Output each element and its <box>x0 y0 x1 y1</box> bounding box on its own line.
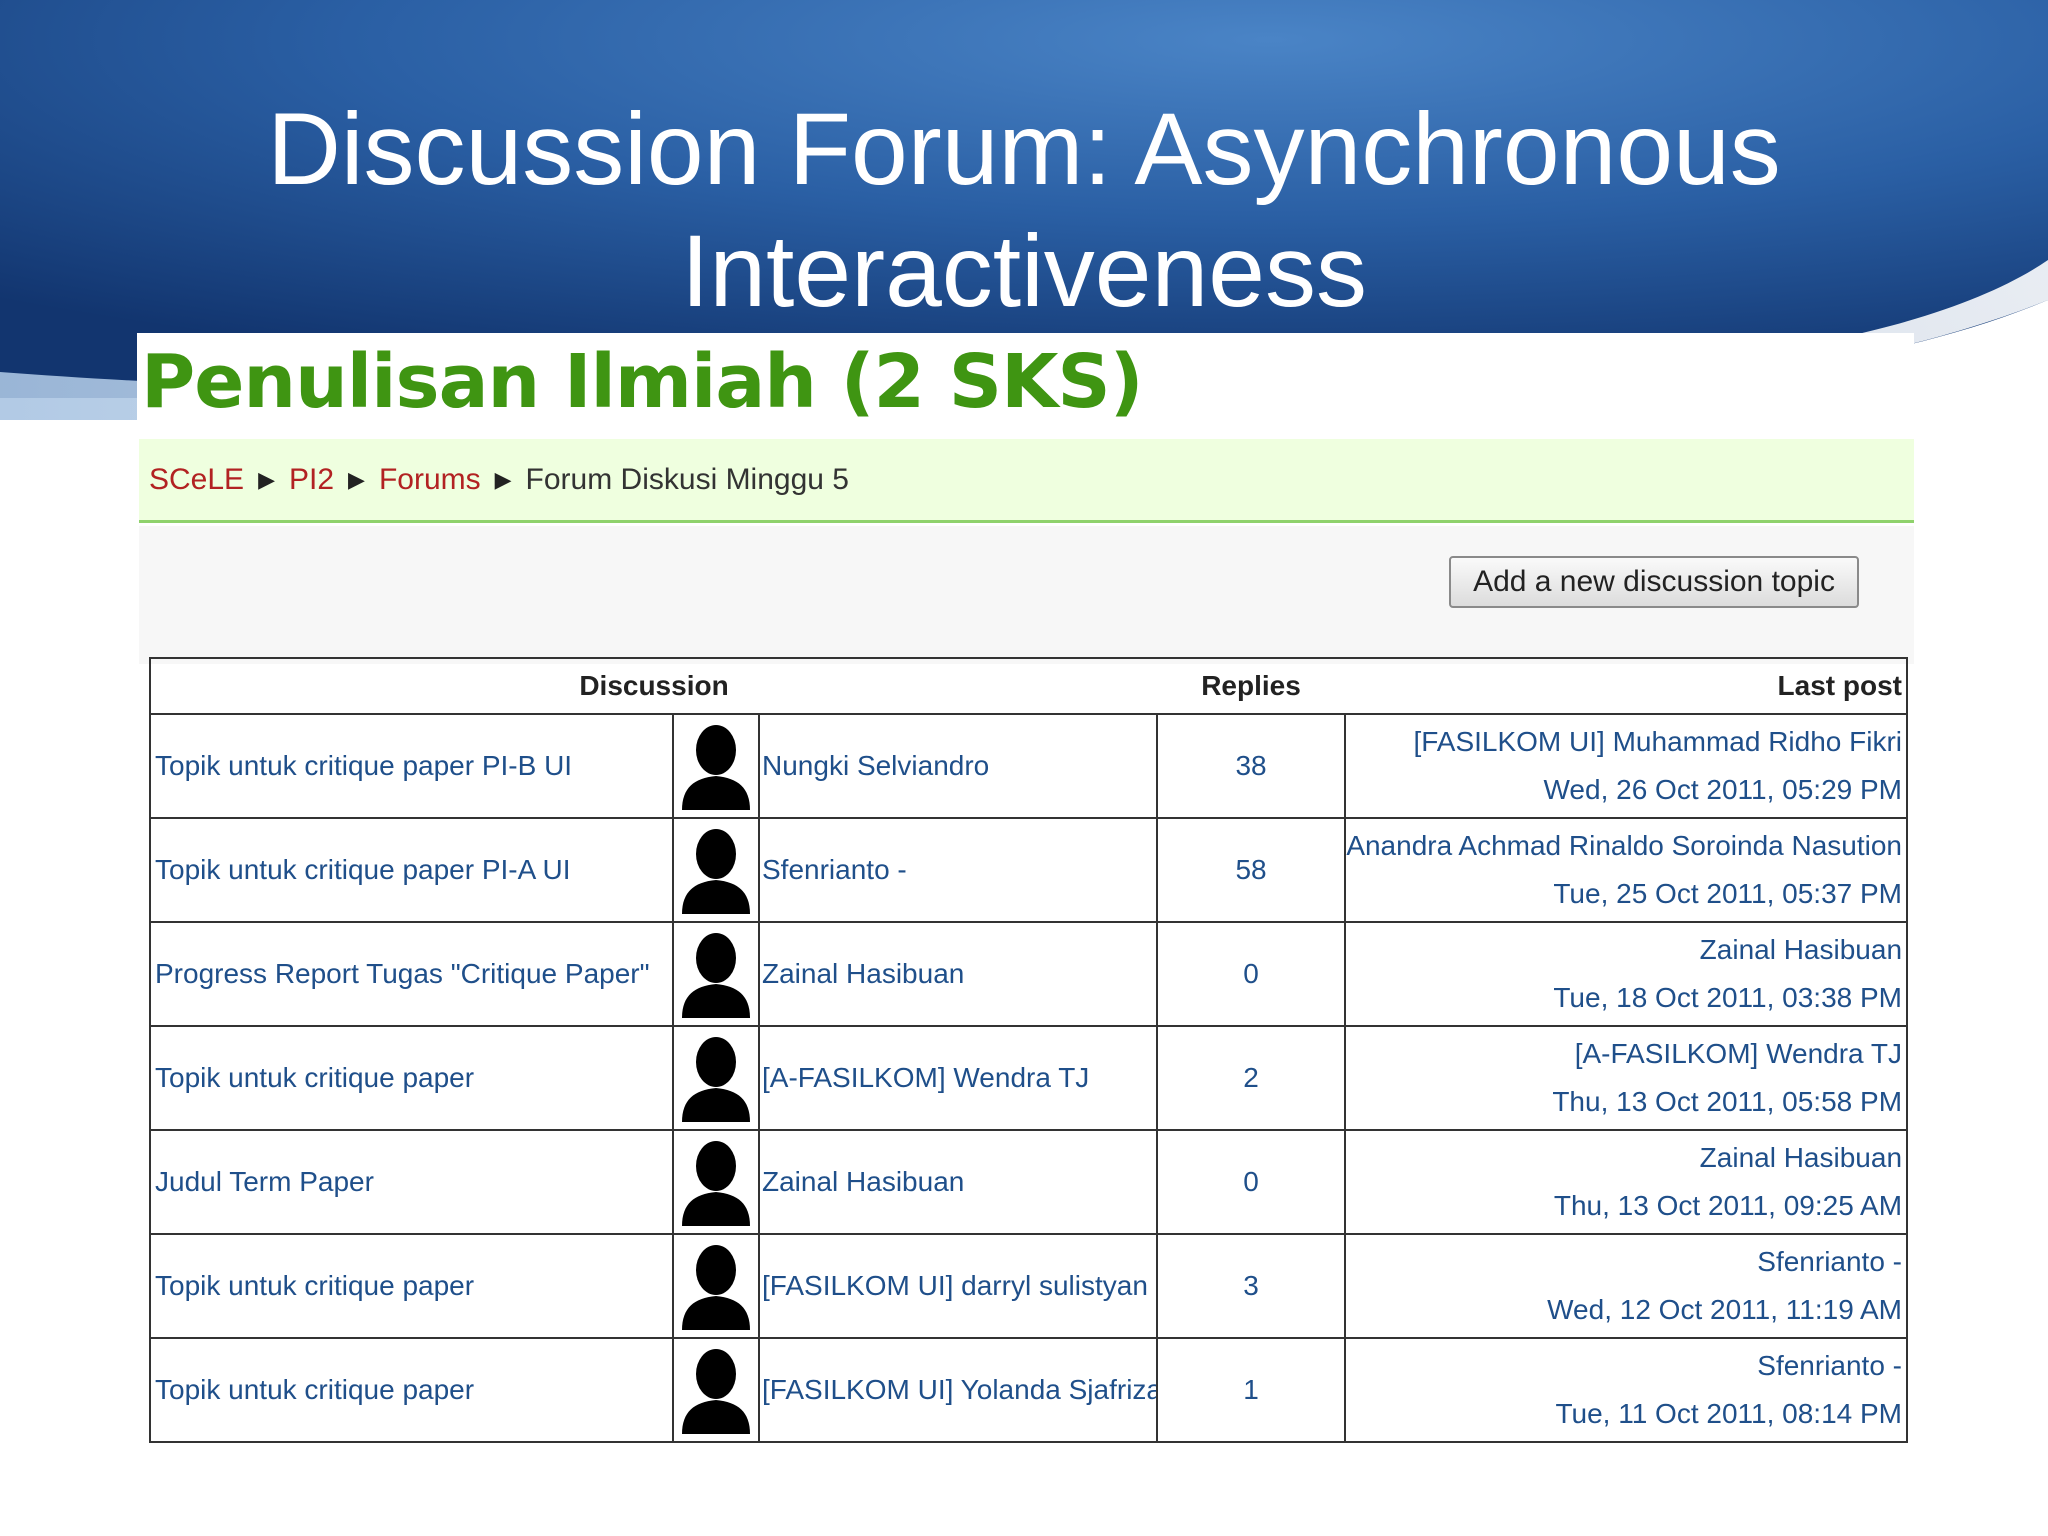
author-link[interactable]: Zainal Hasibuan <box>762 1166 964 1197</box>
course-title: Penulisan Ilmiah (2 SKS) <box>141 339 1144 425</box>
last-post-author-link[interactable]: Sfenrianto - <box>1346 1238 1902 1286</box>
breadcrumb-link-scele[interactable]: SCeLE <box>149 463 244 497</box>
last-post-author-link[interactable]: Zainal Hasibuan <box>1346 926 1902 974</box>
user-avatar-icon[interactable] <box>676 1027 756 1122</box>
discussion-topic-link[interactable]: Topik untuk critique paper <box>155 1062 474 1093</box>
last-post-date-link[interactable]: Wed, 26 Oct 2011, 05:29 PM <box>1346 766 1903 814</box>
table-row: Progress Report Tugas "Critique Paper" Z… <box>149 921 1909 1027</box>
table-header-row: Discussion Replies Last post <box>148 657 1909 715</box>
table-row: Topik untuk critique paper [FASILKOM UI]… <box>149 1233 1909 1339</box>
last-post-date-link[interactable]: Tue, 11 Oct 2011, 08:14 PM <box>1346 1390 1902 1438</box>
discussion-topic-link[interactable]: Judul Term Paper <box>155 1166 374 1197</box>
table-row: Topik untuk critique paper PI-B UI Nungk… <box>149 713 1909 819</box>
author-link[interactable]: Zainal Hasibuan <box>762 958 964 989</box>
breadcrumb-link-forums[interactable]: Forums <box>379 463 481 497</box>
column-header-discussion[interactable]: Discussion <box>148 657 1158 715</box>
column-header-replies[interactable]: Replies <box>1157 657 1346 715</box>
author-link[interactable]: [A-FASILKOM] Wendra TJ <box>762 1062 1089 1093</box>
table-body: Topik untuk critique paper PI-B UI Nungk… <box>149 713 1909 1443</box>
replies-count-link[interactable]: 0 <box>1243 958 1259 989</box>
last-post-author-link[interactable]: [FASILKOM UI] Muhammad Ridho Fikri <box>1346 718 1902 766</box>
last-post-date-link[interactable]: Thu, 13 Oct 2011, 09:25 AM <box>1346 1182 1902 1230</box>
slide-title-line1: Discussion Forum: Asynchronous <box>267 92 1781 206</box>
user-avatar-icon[interactable] <box>676 1235 756 1330</box>
replies-count-link[interactable]: 1 <box>1243 1374 1259 1405</box>
breadcrumb-separator-icon: ▶ <box>258 466 275 492</box>
column-header-last-post[interactable]: Last post <box>1345 657 1909 715</box>
last-post-author-link[interactable]: Zainal Hasibuan <box>1346 1134 1902 1182</box>
last-post-date-link[interactable]: Tue, 18 Oct 2011, 03:38 PM <box>1346 974 1902 1022</box>
author-link[interactable]: [FASILKOM UI] Yolanda Sjafrizal <box>762 1374 1155 1405</box>
slide-title: Discussion Forum: Asynchronous Interacti… <box>0 88 2048 332</box>
last-post-author-link[interactable]: Sfenrianto - <box>1346 1342 1902 1390</box>
discussion-topic-link[interactable]: Topik untuk critique paper <box>155 1270 474 1301</box>
last-post-date-link[interactable]: Thu, 13 Oct 2011, 05:58 PM <box>1346 1078 1902 1126</box>
table-row: Judul Term Paper Zainal Hasibuan 0 Zaina… <box>149 1129 1909 1235</box>
replies-count-link[interactable]: 38 <box>1235 750 1266 781</box>
slide-title-line2: Interactiveness <box>680 214 1367 328</box>
breadcrumb: SCeLE ▶ PI2 ▶ Forums ▶ Forum Diskusi Min… <box>139 439 1914 523</box>
author-link[interactable]: [FASILKOM UI] darryl sulistyan <box>762 1270 1148 1301</box>
author-link[interactable]: Sfenrianto - <box>762 854 907 885</box>
forum-screenshot: Penulisan Ilmiah (2 SKS) SCeLE ▶ PI2 ▶ F… <box>137 333 1914 1465</box>
replies-count-link[interactable]: 0 <box>1243 1166 1259 1197</box>
user-avatar-icon[interactable] <box>676 1339 756 1434</box>
last-post-date-link[interactable]: Wed, 12 Oct 2011, 11:19 AM <box>1346 1286 1902 1334</box>
add-discussion-topic-button[interactable]: Add a new discussion topic <box>1449 556 1859 608</box>
replies-count-link[interactable]: 58 <box>1235 854 1266 885</box>
last-post-author-link[interactable]: Anandra Achmad Rinaldo Soroinda Nasution <box>1346 822 1902 870</box>
user-avatar-icon[interactable] <box>676 715 756 810</box>
discussion-topic-link[interactable]: Topik untuk critique paper <box>155 1374 474 1405</box>
last-post-author-link[interactable]: [A-FASILKOM] Wendra TJ <box>1346 1030 1902 1078</box>
last-post-date-link[interactable]: Tue, 25 Oct 2011, 05:37 PM <box>1346 870 1902 918</box>
discussion-topic-link[interactable]: Topik untuk critique paper PI-A UI <box>155 854 571 885</box>
discussion-topic-link[interactable]: Topik untuk critique paper PI-B UI <box>155 750 572 781</box>
breadcrumb-link-pi2[interactable]: PI2 <box>289 463 334 497</box>
user-avatar-icon[interactable] <box>676 923 756 1018</box>
author-link[interactable]: Nungki Selviandro <box>762 750 989 781</box>
table-row: Topik untuk critique paper [A-FASILKOM] … <box>149 1025 1909 1131</box>
user-avatar-icon[interactable] <box>676 819 756 914</box>
breadcrumb-current: Forum Diskusi Minggu 5 <box>525 462 849 496</box>
replies-count-link[interactable]: 2 <box>1243 1062 1259 1093</box>
table-row: Topik untuk critique paper [FASILKOM UI]… <box>149 1337 1909 1443</box>
replies-count-link[interactable]: 3 <box>1243 1270 1259 1301</box>
user-avatar-icon[interactable] <box>676 1131 756 1226</box>
discussion-topic-link[interactable]: Progress Report Tugas "Critique Paper" <box>155 958 650 989</box>
content-area: Add a new discussion topic <box>139 526 1914 664</box>
breadcrumb-separator-icon: ▶ <box>494 466 512 492</box>
discussion-table: Discussion Replies Last post Topik untuk… <box>148 657 1909 1443</box>
table-row: Topik untuk critique paper PI-A UI Sfenr… <box>149 817 1909 923</box>
breadcrumb-separator-icon: ▶ <box>348 466 365 492</box>
